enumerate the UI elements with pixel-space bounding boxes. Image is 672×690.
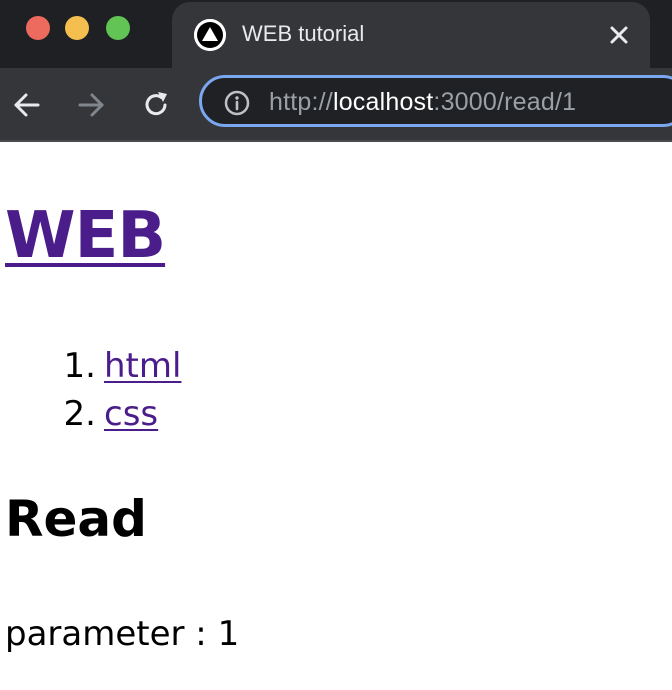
info-icon[interactable] bbox=[224, 90, 250, 116]
browser-tab[interactable]: WEB tutorial bbox=[172, 2, 650, 68]
parameter-text: parameter : 1 bbox=[5, 614, 240, 654]
address-url[interactable]: http://localhost:3000/read/1 bbox=[269, 86, 576, 118]
forward-arrow-icon[interactable] bbox=[74, 88, 108, 122]
tab-title: WEB tutorial bbox=[242, 21, 365, 46]
close-icon[interactable] bbox=[604, 20, 634, 50]
minimize-window-button[interactable] bbox=[65, 16, 89, 40]
address-bar[interactable]: http://localhost:3000/read/1 bbox=[199, 75, 672, 127]
reload-icon[interactable] bbox=[139, 88, 173, 122]
topic-link-html[interactable]: html bbox=[104, 342, 181, 390]
url-path: :3000/read/1 bbox=[433, 88, 577, 116]
topic-link-css[interactable]: css bbox=[104, 390, 158, 438]
triangle-logo-icon bbox=[194, 19, 226, 51]
read-heading: Read bbox=[5, 490, 147, 548]
maximize-window-button[interactable] bbox=[106, 16, 130, 40]
url-scheme: http:// bbox=[269, 88, 333, 116]
close-window-button[interactable] bbox=[26, 16, 50, 40]
url-host: localhost bbox=[332, 88, 434, 116]
browser-toolbar: http://localhost:3000/read/1 bbox=[0, 68, 672, 142]
list-number: 1. bbox=[63, 346, 96, 386]
page-content: WEB 1. html 2. css Read parameter : 1 bbox=[0, 142, 672, 690]
home-link[interactable]: WEB bbox=[5, 199, 166, 273]
page-title: WEB bbox=[5, 196, 166, 276]
back-arrow-icon[interactable] bbox=[10, 88, 44, 122]
window-titlebar: WEB tutorial bbox=[0, 0, 672, 68]
list-number: 2. bbox=[63, 394, 96, 434]
